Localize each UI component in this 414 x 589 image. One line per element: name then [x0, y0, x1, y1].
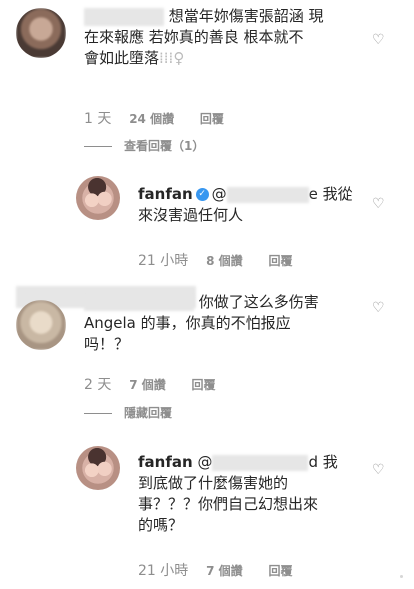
- redacted-mention: [226, 186, 309, 203]
- heart-icon[interactable]: ♡: [372, 32, 385, 48]
- reply-2: fanfan @ d 我 到底做了什麼傷害她的 事？？？你們自己幻想出來 的嗎？ …: [0, 440, 414, 589]
- username[interactable]: fanfan: [138, 453, 193, 471]
- avatar[interactable]: [16, 8, 66, 58]
- view-replies-button[interactable]: 查看回覆（1）: [84, 137, 204, 154]
- emoji-faint: ⁞⁞⁞: [159, 49, 174, 67]
- reply-text: fanfan @ d 我 到底做了什麼傷害她的 事？？？你們自己幻想出來 的嗎？: [138, 452, 368, 536]
- view-replies-label: 查看回覆（1）: [124, 139, 205, 153]
- divider-line: [84, 413, 112, 414]
- comment-text-line1: 想當年妳傷害張韶涵 現: [168, 7, 324, 25]
- heart-icon[interactable]: ♡: [372, 300, 385, 316]
- avatar-image: [76, 176, 120, 220]
- avatar[interactable]: [16, 300, 66, 350]
- reply-text-line2: 來沒害過任何人: [138, 206, 244, 224]
- avatar-image: [16, 8, 66, 58]
- comment-1: 想當年妳傷害張韶涵 現 在來報應 若妳真的善良 根本就不 會如此墮落⁞⁞⁞♀ ♡…: [0, 0, 414, 160]
- redacted-username: [84, 294, 194, 311]
- timestamp: 2 天: [84, 377, 112, 393]
- reply-button[interactable]: 回覆: [268, 564, 292, 578]
- reply-button[interactable]: 回覆: [192, 378, 216, 392]
- reply-text-line1: d 我: [308, 453, 338, 471]
- comment-meta: 2 天 7 個讚 回覆: [84, 374, 238, 394]
- emoji: ♀: [173, 49, 185, 67]
- reply-text-line4: 的嗎？: [138, 516, 184, 534]
- avatar-image: [76, 446, 120, 490]
- redacted-username: [84, 7, 164, 26]
- divider-line: [84, 146, 112, 147]
- username[interactable]: fanfan: [138, 185, 193, 203]
- likes-button[interactable]: 7 個讚: [129, 378, 166, 392]
- reply-button[interactable]: 回覆: [268, 254, 292, 268]
- hide-replies-button[interactable]: 隱藏回覆: [84, 404, 172, 421]
- comment-text-line2: Angela 的事，你真的不怕报应: [84, 314, 291, 332]
- timestamp: 21 小時: [138, 563, 189, 579]
- comment-text-line3: 吗！？: [84, 335, 130, 353]
- mention-prefix[interactable]: @: [212, 185, 227, 203]
- verified-badge-icon: ✓: [195, 188, 209, 201]
- likes-button[interactable]: 8 個讚: [206, 254, 243, 268]
- comment-text-line1: 你做了这么多伤害: [198, 293, 319, 311]
- reply-text-line2: 到底做了什麼傷害她的: [138, 474, 289, 492]
- comment-text: 想當年妳傷害張韶涵 現 在來報應 若妳真的善良 根本就不 會如此墮落⁞⁞⁞♀: [84, 6, 374, 69]
- timestamp: 21 小時: [138, 253, 189, 269]
- reply-text-line1: e 我從: [308, 185, 353, 203]
- comment-2: 你做了这么多伤害 Angela 的事，你真的不怕报应 吗！？ ♡ 2 天 7 個…: [0, 280, 414, 430]
- likes-button[interactable]: 7 個讚: [206, 564, 243, 578]
- mention-prefix[interactable]: @: [197, 453, 212, 471]
- comment-text-line2: 在來報應 若妳真的善良 根本就不: [84, 28, 304, 46]
- scroll-indicator: [400, 575, 403, 578]
- reply-1: fanfan ✓ @ e 我從 來沒害過任何人 ♡ 21 小時 8 個讚 回覆: [0, 170, 414, 280]
- comment-meta: 1 天 24 個讚 回覆: [84, 108, 246, 128]
- heart-icon[interactable]: ♡: [372, 196, 385, 212]
- comment-text-line3: 會如此墮落: [84, 49, 160, 67]
- avatar[interactable]: [76, 176, 120, 220]
- timestamp: 1 天: [84, 111, 112, 127]
- avatar-image: [16, 300, 66, 350]
- likes-button[interactable]: 24 個讚: [129, 112, 174, 126]
- reply-text-line3: 事？？？你們自己幻想出來: [138, 495, 319, 513]
- comment-text: 你做了这么多伤害 Angela 的事，你真的不怕报应 吗！？: [84, 292, 374, 355]
- redacted-mention: [212, 454, 309, 471]
- heart-icon[interactable]: ♡: [372, 462, 385, 478]
- reply-meta: 21 小時 7 個讚 回覆: [138, 560, 314, 580]
- reply-meta: 21 小時 8 個讚 回覆: [138, 250, 314, 270]
- hide-replies-label: 隱藏回覆: [124, 406, 173, 420]
- reply-button[interactable]: 回覆: [200, 112, 224, 126]
- reply-text: fanfan ✓ @ e 我從 來沒害過任何人: [138, 184, 368, 226]
- avatar[interactable]: [76, 446, 120, 490]
